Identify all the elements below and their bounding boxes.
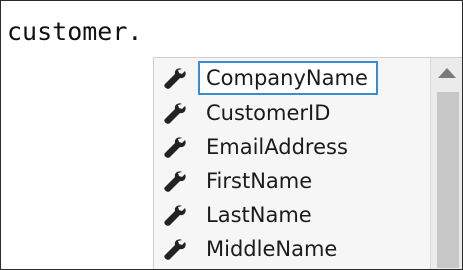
intellisense-item-emailaddress[interactable]: EmailAddress — [160, 130, 426, 164]
intellisense-item-companyname[interactable]: CompanyName — [160, 61, 426, 95]
intellisense-item-middlename[interactable]: MiddleName — [160, 232, 426, 266]
intellisense-item-firstname[interactable]: FirstName — [160, 164, 426, 198]
code-editor-window: customer. CompanyName CustomerID EmailAd… — [0, 0, 463, 270]
wrench-icon — [164, 68, 186, 89]
intellisense-scrollbar[interactable] — [430, 58, 462, 269]
intellisense-item-label: LastName — [206, 202, 312, 227]
intellisense-item-label-box: LastName — [198, 198, 322, 232]
intellisense-item-label-box: CompanyName — [198, 61, 378, 95]
wrench-icon — [164, 239, 186, 260]
intellisense-item-label: FirstName — [206, 168, 313, 193]
scrollbar-thumb[interactable] — [437, 92, 459, 268]
intellisense-item-label: CompanyName — [206, 65, 368, 90]
scroll-up-arrow-icon[interactable] — [438, 68, 456, 78]
intellisense-item-label-box: MiddleName — [198, 232, 347, 266]
intellisense-item-label-box: CustomerID — [198, 96, 340, 130]
intellisense-item-label: CustomerID — [206, 100, 331, 125]
intellisense-item-label: EmailAddress — [206, 134, 348, 159]
intellisense-popup: CompanyName CustomerID EmailAddress Firs… — [153, 57, 462, 269]
wrench-icon — [164, 171, 186, 192]
intellisense-item-label: MiddleName — [206, 236, 338, 261]
intellisense-item-lastname[interactable]: LastName — [160, 198, 426, 232]
editor-code-line[interactable]: customer. — [7, 17, 142, 47]
wrench-icon — [164, 103, 186, 124]
intellisense-item-label-box: EmailAddress — [198, 130, 358, 164]
wrench-icon — [164, 205, 186, 226]
wrench-icon — [164, 137, 186, 158]
intellisense-item-label-box: FirstName — [198, 164, 322, 198]
intellisense-list: CompanyName CustomerID EmailAddress Firs… — [154, 58, 430, 269]
intellisense-item-customerid[interactable]: CustomerID — [160, 96, 426, 130]
